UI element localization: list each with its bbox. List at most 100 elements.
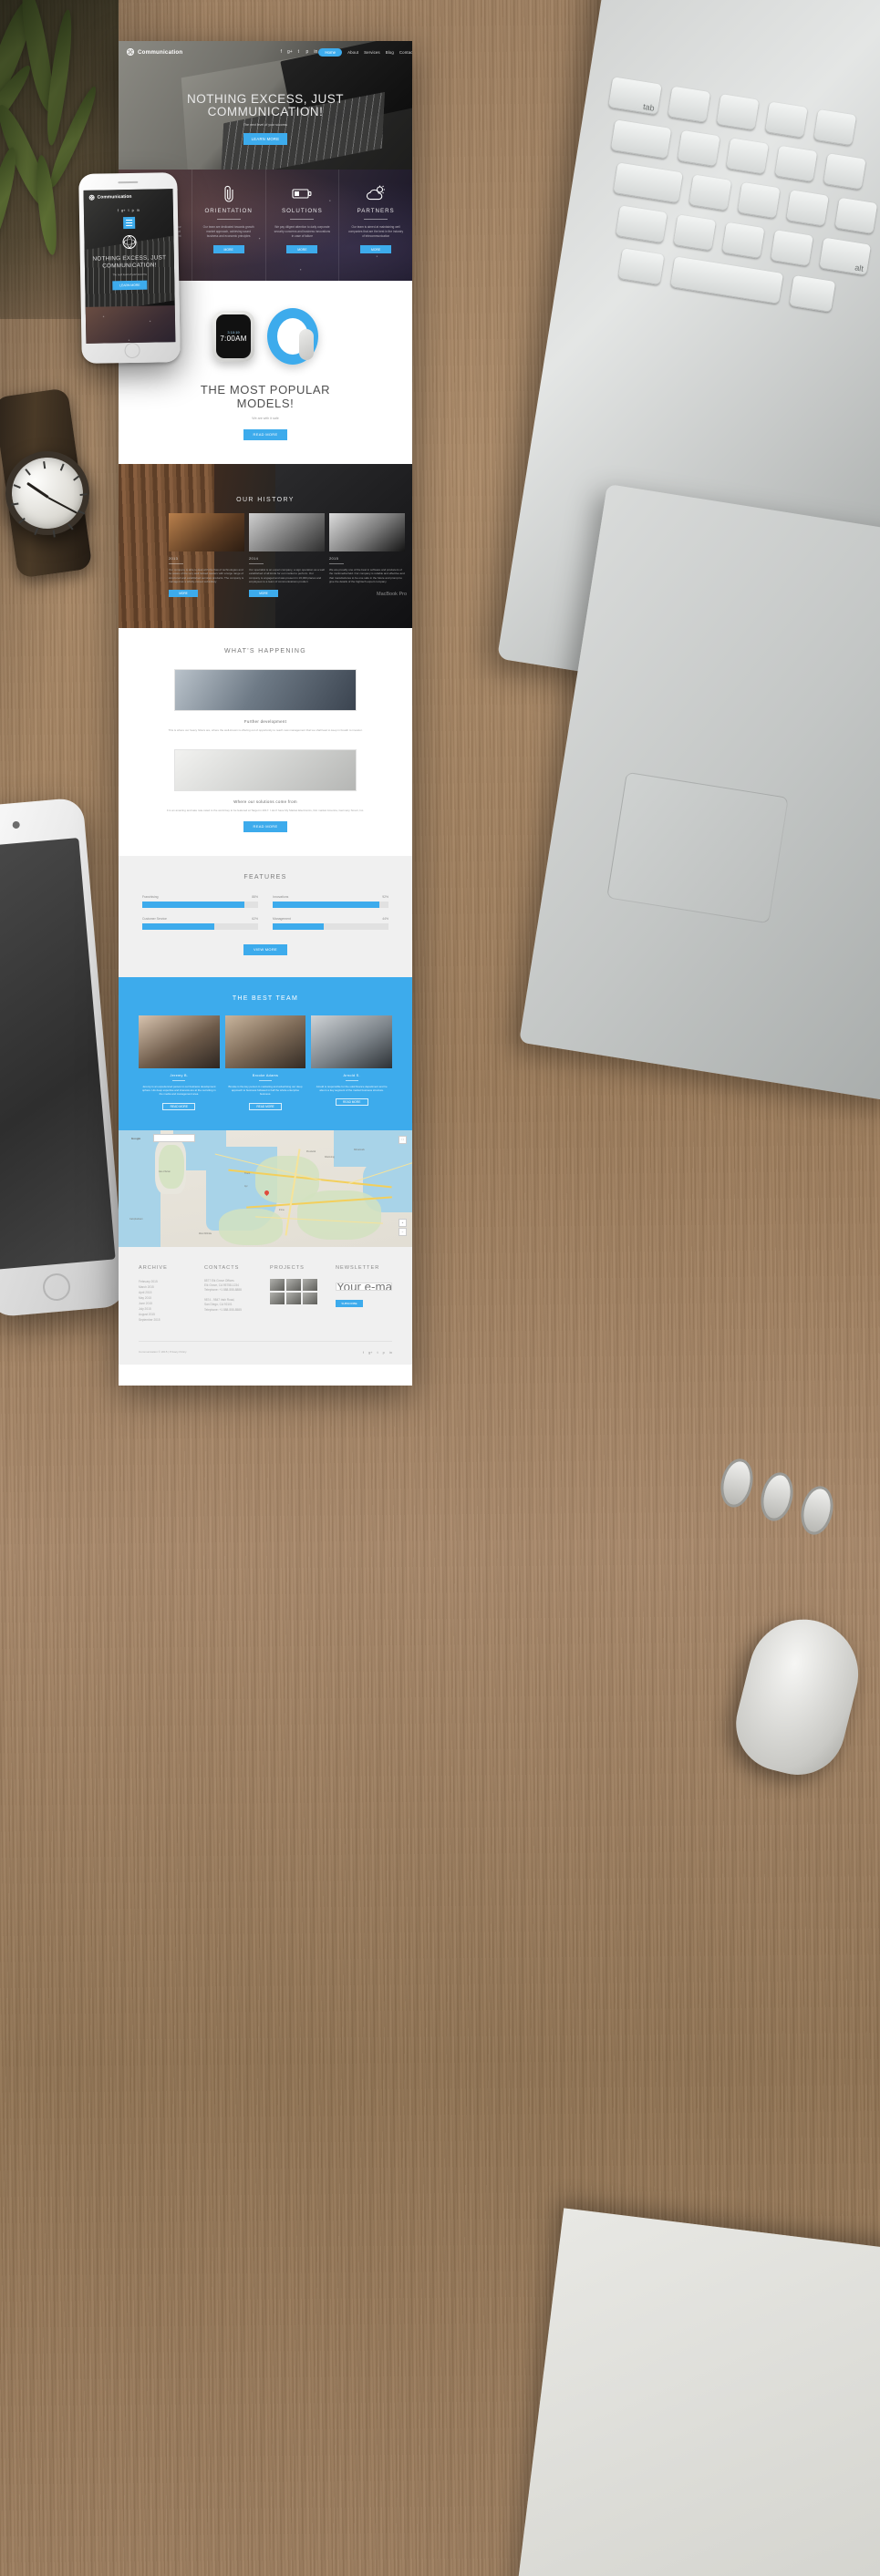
nav-item-about[interactable]: About — [347, 50, 358, 55]
nav-item-services[interactable]: Services — [364, 50, 380, 55]
site-footer: ARCHIVE February 2015 March 2015 April 2… — [119, 1246, 412, 1365]
service-more-button[interactable]: MORE — [360, 245, 392, 253]
service-more-button[interactable]: MORE — [212, 245, 244, 253]
map-place-label: Kilmarnock — [354, 1148, 365, 1151]
happening-item-title: Where our solutions come from — [233, 799, 297, 804]
map-place-label: Ayr — [244, 1184, 248, 1188]
map-place-label: Irvine — [279, 1208, 285, 1211]
history-more-button[interactable]: MORE — [169, 589, 198, 597]
team-member-bio: Jeremy is an experienced person in our b… — [142, 1085, 216, 1097]
feature-value: 88% — [252, 895, 258, 899]
hero-learn-more-button[interactable]: LEARN MORE — [243, 133, 287, 145]
team-read-more-button[interactable]: READ MORE — [335, 1098, 368, 1107]
newsletter-email-input[interactable] — [336, 1282, 392, 1291]
phone-header: Communication — [84, 189, 173, 205]
map-place-label: Campbeltown — [129, 1217, 143, 1221]
map-zoom-out-button[interactable]: − — [399, 1227, 407, 1236]
twitter-icon[interactable]: t — [295, 49, 301, 55]
cloud-sun-icon — [345, 181, 407, 205]
project-thumbnail[interactable] — [286, 1292, 301, 1304]
team-member-name: Brooke Adams — [252, 1074, 279, 1077]
models-heading-line2: MODELS! — [236, 397, 295, 410]
service-title: PARTNERS — [357, 208, 395, 214]
service-text: Our team are dedicated towards growth ma… — [202, 225, 254, 238]
history-year: 2014 — [249, 556, 259, 561]
team-read-more-button[interactable]: READ MORE — [162, 1102, 196, 1110]
google-plus-icon[interactable]: g+ — [121, 208, 126, 212]
team-member-card: Brooke Adams Brooke is the key person in… — [224, 1015, 306, 1110]
map-place-label: Troon — [244, 1171, 251, 1175]
project-thumbnail[interactable] — [303, 1278, 317, 1291]
smartphone-mockup[interactable]: Communication f g+ t p in NOTHING EXCESS… — [78, 172, 181, 364]
main-navigation[interactable]: Home About Services Blog Contacts — [318, 47, 412, 57]
footer-column-newsletter: NEWSLETTER SUBSCRIBE — [336, 1265, 392, 1323]
map-search-field[interactable] — [153, 1133, 195, 1142]
footer-column-contacts: CONTACTS 8577 Elk Grove Offices Elk Grov… — [204, 1265, 261, 1323]
facebook-icon[interactable]: f — [363, 1350, 364, 1355]
newsletter-subscribe-button[interactable]: SUBSCRIBE — [336, 1299, 363, 1307]
nav-item-home[interactable]: Home — [318, 47, 343, 57]
phone-hero-headline: NOTHING EXCESS, JUST COMMUNICATION! — [85, 254, 174, 270]
hamburger-menu-icon[interactable] — [122, 216, 135, 230]
phone-social-links[interactable]: f g+ t p in — [84, 207, 173, 213]
google-plus-icon[interactable]: g+ — [368, 1350, 373, 1355]
site-logo[interactable]: Communication — [127, 48, 182, 56]
service-column-orientation: ORIENTATION Our team are dedicated towar… — [192, 170, 266, 281]
google-plus-icon[interactable]: g+ — [287, 49, 293, 55]
project-thumbnail[interactable] — [286, 1278, 301, 1291]
hero-headline-line2: COMMUNICATION! — [207, 105, 324, 118]
team-member-photo — [139, 1015, 220, 1068]
pinterest-icon[interactable]: p — [132, 208, 134, 212]
history-section: MacBook Pro OUR HISTORY 2013 Our company… — [119, 464, 412, 628]
happening-image-keyboard — [174, 748, 357, 791]
project-thumbnail[interactable] — [270, 1292, 285, 1304]
team-member-bio: Arnold is responsible for the solid fina… — [316, 1085, 388, 1093]
team-member-name: Jeremy B. — [170, 1074, 189, 1077]
happening-heading: WHAT'S HAPPENING — [223, 648, 307, 654]
phone-screen[interactable]: Communication f g+ t p in NOTHING EXCESS… — [83, 189, 176, 344]
map-place-label: Kilwinning — [325, 1155, 335, 1159]
map-zoom-in-button[interactable]: + — [399, 1218, 407, 1227]
facebook-icon[interactable]: f — [118, 208, 119, 212]
history-heading: OUR HISTORY — [236, 497, 295, 503]
history-year: 2015 — [329, 556, 339, 561]
happening-read-more-button[interactable]: READ MORE — [243, 821, 287, 832]
footer-social-links[interactable]: f g+ t p in — [363, 1350, 392, 1355]
service-column-partners: PARTNERS Our team is aimed at maintainin… — [339, 170, 412, 281]
history-card: 2014 Our specialist is an expert company… — [249, 513, 325, 597]
pinterest-icon[interactable]: p — [305, 49, 310, 55]
feature-bar-franchising: Franchising 88% — [142, 895, 258, 908]
facebook-icon[interactable]: f — [278, 49, 284, 55]
linkedin-icon[interactable]: in — [137, 208, 140, 212]
models-read-more-button[interactable]: READ MORE — [243, 429, 287, 440]
archive-link[interactable]: September 2015 — [139, 1317, 195, 1323]
linkedin-icon[interactable]: in — [389, 1350, 392, 1355]
history-more-button[interactable]: MORE — [249, 589, 278, 597]
map-section[interactable]: Isle of Arran Kilwinning Troon Ayr Prest… — [119, 1129, 412, 1247]
team-section: THE BEST TEAM Jeremy B. Jeremy is an exp… — [119, 977, 412, 1130]
hero-headline: NOTHING EXCESS, JUST COMMUNICATION! — [119, 93, 412, 118]
hero-section: Communication f g+ t p in Home About Ser… — [119, 41, 412, 170]
smartwatch-side — [267, 308, 318, 365]
nav-item-blog[interactable]: Blog — [386, 50, 394, 55]
copyright-text: Communication © 2015 | Privacy Policy — [139, 1350, 187, 1355]
map-provider-logo[interactable]: Google — [124, 1135, 148, 1143]
trackpad-decoration — [606, 771, 789, 924]
team-member-card: Jeremy B. Jeremy is an experienced perso… — [139, 1015, 220, 1110]
map-place-label: Prestwick — [306, 1149, 316, 1153]
pinterest-icon[interactable]: p — [383, 1350, 385, 1355]
service-more-button[interactable]: MORE — [286, 245, 318, 253]
features-view-more-button[interactable]: VIEW MORE — [243, 944, 287, 955]
nav-item-contacts[interactable]: Contacts — [399, 50, 412, 55]
team-read-more-button[interactable]: READ MORE — [249, 1102, 282, 1110]
feature-bar-management: Management 44% — [273, 917, 388, 930]
project-thumbnail[interactable] — [270, 1278, 285, 1291]
header-social-links[interactable]: f g+ t p in — [278, 49, 318, 55]
phone-hero: Communication f g+ t p in NOTHING EXCESS… — [83, 189, 176, 315]
phone-learn-more-button[interactable]: LEARN MORE — [112, 280, 148, 291]
map-fullscreen-button[interactable]: ⛶ — [399, 1135, 407, 1144]
project-thumbnail[interactable] — [303, 1292, 317, 1304]
happening-section: WHAT'S HAPPENING Further development Thi… — [119, 628, 412, 856]
twitter-icon[interactable]: t — [128, 208, 129, 212]
footer-heading: PROJECTS — [270, 1264, 305, 1271]
